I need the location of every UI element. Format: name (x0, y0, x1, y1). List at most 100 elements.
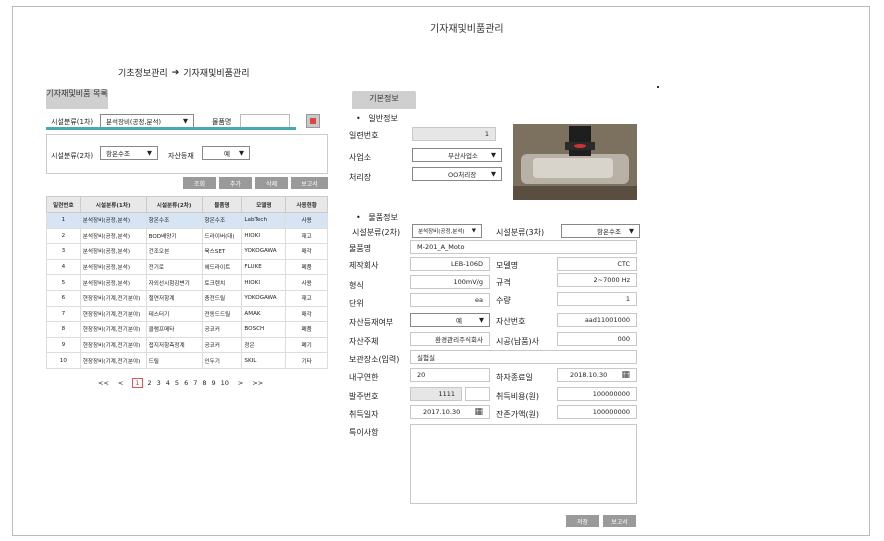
filter2-select[interactable]: 항온수조 ▼ (100, 146, 158, 160)
cat2-label: 시설분류(2차) (352, 228, 401, 237)
cell-cat2: 절연저항계 (145, 289, 203, 307)
warranty-field[interactable]: 2018.10.30 ▦ (557, 368, 637, 382)
col-header-cat1[interactable]: 시설분류(1차) (79, 196, 147, 213)
page-number-2[interactable]: 2 (148, 379, 152, 387)
page-number-3[interactable]: 3 (157, 379, 161, 387)
col-header-cat2[interactable]: 시설분류(2차) (145, 196, 203, 213)
page-number-6[interactable]: 6 (184, 379, 188, 387)
cell-serial: 1 (46, 212, 81, 229)
plant-select[interactable]: OO처리장 ▼ (412, 167, 502, 181)
table-row[interactable]: 5 분석장비(공정,분석) 자외선시험감변기 토크렌치 HIOKI 사용 (46, 274, 328, 291)
tab-basic-info[interactable]: 기본정보 (352, 91, 416, 109)
page-number-10[interactable]: 10 (221, 379, 229, 387)
cell-cat1: 분석장비(공정,분석) (79, 243, 147, 260)
last-page-button[interactable]: >> (252, 379, 263, 387)
table-row[interactable]: 3 분석장비(공정,분석) 건조오븐 육스SET YOKOGAWA 매각 (46, 243, 328, 260)
dropdown-arrow-icon: ▼ (629, 227, 634, 235)
acq-date-value: 2017.10.30 (423, 408, 461, 416)
table-row[interactable]: 9 현장장비(기계,전기분야) 접지저항측정계 공코커 정은 폐기 (46, 336, 328, 354)
col-header-model[interactable]: 모델명 (241, 196, 287, 213)
name-field[interactable]: M-201_A_Moto (410, 240, 637, 254)
col-header-serial[interactable]: 일련번호 (46, 196, 81, 213)
vendor-field[interactable]: 000 (557, 332, 637, 346)
prev-page-button[interactable]: < (118, 379, 123, 387)
remain-field[interactable]: 100000000 (557, 405, 637, 419)
cost-label: 취득비용(원) (496, 392, 540, 401)
order-label: 발주번호 (349, 392, 379, 401)
table-row[interactable]: 6 현장장비(기계,전기분야) 절연저항계 충전드릴 YOKOGAWA 재고 (46, 289, 328, 307)
cell-item: 토크렌치 (201, 274, 243, 291)
cost-field[interactable]: 100000000 (557, 387, 637, 401)
warranty-label: 하자종료일 (496, 373, 533, 382)
notes-textarea[interactable] (410, 424, 637, 504)
unit-field[interactable]: ea (410, 293, 490, 307)
table-row[interactable]: 7 현장장비(기계,전기분야) 테스터기 전동드드릴 AMAK 매각 (46, 305, 328, 323)
page-number-1[interactable]: 1 (132, 378, 143, 388)
cell-serial: 3 (46, 243, 81, 260)
cell-cat1: 분석장비(공정,분석) (79, 212, 147, 229)
col-header-status[interactable]: 사용현황 (285, 196, 328, 213)
search-icon-button[interactable] (306, 114, 320, 128)
acq-date-field[interactable]: 2017.10.30 ▦ (410, 405, 490, 419)
filter2-label: 시설분류(2차) (51, 152, 94, 160)
breadcrumb-parent[interactable]: 기초정보관리 (118, 66, 168, 79)
dropdown-arrow-icon: ▼ (147, 149, 152, 157)
delete-button[interactable]: 삭제 (255, 177, 288, 189)
table-row[interactable]: 1 분석장비(공정,분석) 항온수조 항온수조 LabTech 사용 (46, 212, 328, 229)
maker-field[interactable]: LEB-106D (410, 257, 490, 271)
cell-serial: 6 (46, 289, 81, 307)
cell-cat1: 현장장비(기계,전기분야) (79, 289, 147, 307)
report-button[interactable]: 보고서 (291, 177, 328, 189)
filter2-value: 항온수조 (106, 150, 130, 158)
first-page-button[interactable]: << (98, 379, 109, 387)
cell-model: YOKOGAWA (241, 243, 287, 260)
format-field[interactable]: 100mV/g (410, 275, 490, 289)
tab-equipment-list[interactable]: 기자재및비품 목록 (46, 89, 108, 109)
page-number-9[interactable]: 9 (211, 379, 215, 387)
cell-model: AMAK (241, 305, 287, 323)
table-row[interactable]: 8 현장장비(기계,전기분야) 클램프메타 공코커 BOSCH 폐품 (46, 321, 328, 338)
cell-cat2: 자외선시험감변기 (145, 274, 203, 291)
page-number-5[interactable]: 5 (175, 379, 179, 387)
cat2-select[interactable]: 분석장비(공정,분석) ▼ (412, 224, 482, 238)
office-label: 사업소 (349, 153, 372, 162)
life-field[interactable]: 20 (410, 368, 490, 382)
qty-field[interactable]: 1 (557, 292, 637, 306)
cell-model: HIOKI (241, 227, 287, 245)
owner-field[interactable]: 환경관리주식회사 (410, 332, 490, 346)
calendar-icon[interactable]: ▦ (474, 407, 483, 417)
cell-status: 기타 (285, 352, 328, 369)
save-button[interactable]: 저장 (566, 515, 599, 527)
page-number-7[interactable]: 7 (193, 379, 197, 387)
table-row[interactable]: 2 분석장비(공정,분석) BOD배양기 드라이버(대) HIOKI 재고 (46, 227, 328, 245)
page-title: 기자재및비품관리 (430, 24, 504, 35)
order-search-button[interactable] (465, 387, 490, 401)
calendar-icon[interactable]: ▦ (621, 370, 630, 380)
spec-field[interactable]: 2~7000 Hz (557, 273, 637, 287)
cat3-select[interactable]: 항온수조 ▼ (561, 224, 640, 238)
cell-model: SKIL (241, 352, 287, 369)
search-button[interactable]: 조회 (183, 177, 216, 189)
cell-cat2: 클램프메타 (145, 321, 203, 338)
asset-reg-select[interactable]: 예 ▼ (410, 313, 490, 327)
cell-status: 사용 (285, 212, 328, 229)
next-page-button[interactable]: > (238, 379, 243, 387)
model-field[interactable]: CTC (557, 257, 637, 271)
cell-status: 재고 (285, 227, 328, 245)
storage-field[interactable]: 실험실 (410, 350, 637, 364)
cell-cat2: 테스터기 (145, 305, 203, 323)
cell-item: 항온수조 (201, 212, 243, 229)
filter1-select[interactable]: 분석장비(공정,분석) ▼ (100, 114, 194, 128)
add-button[interactable]: 추가 (219, 177, 252, 189)
col-header-item[interactable]: 물품명 (201, 196, 243, 213)
item-name-input[interactable] (240, 114, 290, 128)
report-button-right[interactable]: 보고서 (603, 515, 636, 527)
page-number-4[interactable]: 4 (166, 379, 170, 387)
table-row[interactable]: 10 현장장비(기계,전기분야) 드릴 인두기 SKIL 기타 (46, 352, 328, 369)
office-select[interactable]: 부산사업소 ▼ (412, 148, 502, 162)
table-row[interactable]: 4 분석장비(공정,분석) 전기로 헤드라이트 FLUKE 폐품 (46, 258, 328, 276)
dropdown-arrow-icon: ▼ (491, 170, 496, 178)
asset-select[interactable]: 예 ▼ (202, 146, 250, 160)
asset-no-field[interactable]: aad11001000 (557, 313, 637, 327)
page-number-8[interactable]: 8 (202, 379, 206, 387)
